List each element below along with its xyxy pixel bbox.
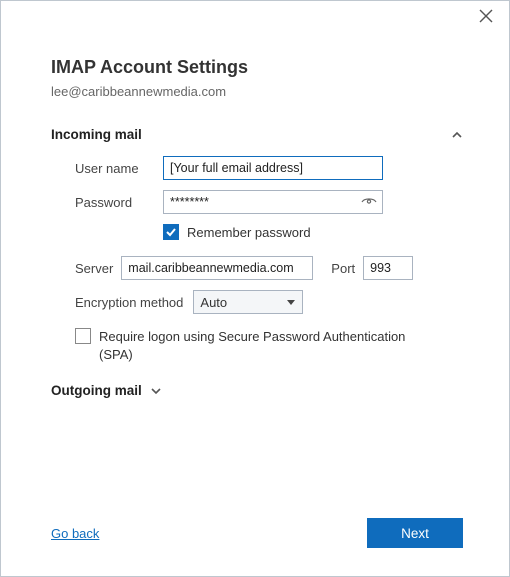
password-label: Password — [75, 195, 163, 210]
eye-icon — [361, 194, 377, 210]
close-button[interactable] — [479, 9, 497, 27]
chevron-up-icon — [451, 129, 463, 141]
incoming-mail-body: User name Password Remember password — [51, 156, 463, 363]
go-back-link[interactable]: Go back — [51, 526, 99, 541]
dialog-window: IMAP Account Settings lee@caribbeannewme… — [0, 0, 510, 577]
server-input[interactable] — [121, 256, 313, 280]
remember-password-label: Remember password — [187, 225, 311, 240]
password-input[interactable] — [163, 190, 383, 214]
encryption-method-dropdown[interactable]: Auto — [193, 290, 303, 314]
chevron-down-icon — [150, 385, 162, 397]
username-input[interactable] — [163, 156, 383, 180]
page-title: IMAP Account Settings — [51, 57, 463, 78]
dialog-footer: Go back Next — [51, 518, 463, 548]
check-icon — [165, 226, 177, 238]
port-label: Port — [331, 261, 355, 276]
outgoing-mail-header[interactable]: Outgoing mail — [51, 383, 463, 398]
password-reveal-button[interactable] — [361, 194, 377, 213]
next-button[interactable]: Next — [367, 518, 463, 548]
outgoing-mail-label: Outgoing mail — [51, 383, 142, 398]
chevron-down-icon — [286, 295, 296, 310]
username-label: User name — [75, 161, 163, 176]
spa-checkbox[interactable] — [75, 328, 91, 344]
close-icon — [479, 9, 493, 23]
spa-label: Require logon using Secure Password Auth… — [99, 328, 409, 363]
encryption-method-value: Auto — [200, 295, 227, 310]
incoming-mail-label: Incoming mail — [51, 127, 142, 142]
encryption-label: Encryption method — [75, 295, 183, 310]
remember-password-checkbox[interactable] — [163, 224, 179, 240]
server-label: Server — [75, 261, 113, 276]
incoming-mail-header[interactable]: Incoming mail — [51, 127, 463, 142]
account-email: lee@caribbeannewmedia.com — [51, 84, 463, 99]
port-input[interactable] — [363, 256, 413, 280]
